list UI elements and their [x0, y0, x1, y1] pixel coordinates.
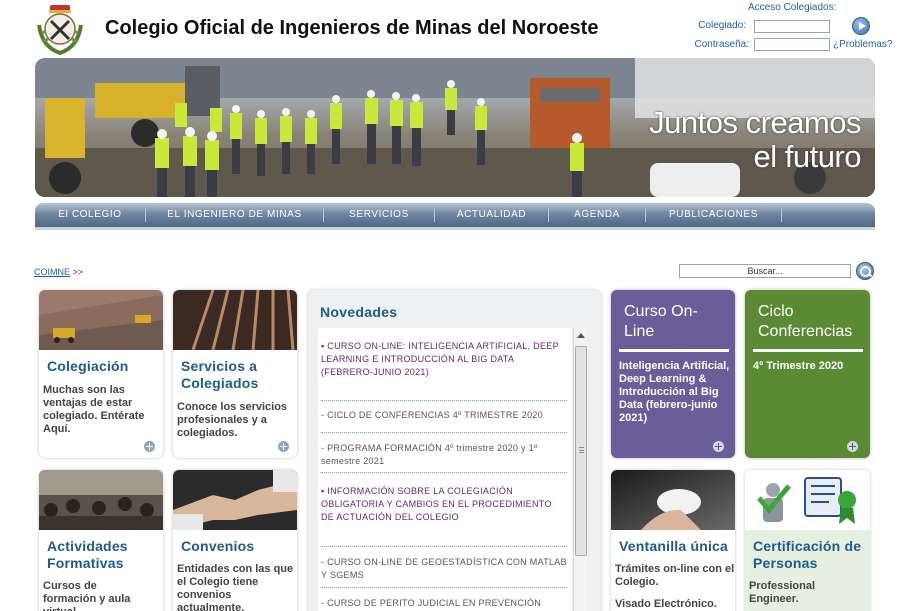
nav-item-actualidad[interactable]: ACTUALIDAD [435, 208, 549, 222]
hero-banner: Juntos creamos el futuro [35, 58, 875, 197]
login-submit-button[interactable] [852, 17, 870, 35]
page: Colegio Oficial de Ingenieros de Minas d… [0, 0, 908, 611]
nav-item-agenda[interactable]: AGENDA [549, 208, 646, 222]
card-ciclo-conferencias[interactable]: Ciclo Conferencias 4º Trimestre 2020 [745, 290, 870, 458]
password-label: Contraseña: [694, 39, 749, 50]
card-actividades-formativas[interactable]: Actividades Formativas Cursos de formaci… [39, 470, 163, 611]
handshake-image [173, 470, 297, 530]
card-title: Convenios [181, 538, 255, 554]
news-item-3[interactable]: - PROGRAMA FORMACIÓN 4º trimestre 2020 y… [321, 442, 567, 468]
news-item-6[interactable]: - CURSO DE PERITO JUDICIAL EN PREVENCIÓN [321, 597, 567, 610]
card-text: Muchas son las ventajas de estar colegia… [43, 384, 145, 435]
card-title: Ventanilla única [619, 538, 729, 554]
nav-item-ingeniero-de-minas[interactable]: EL INGENIERO DE MINAS [146, 208, 324, 222]
news-item-2[interactable]: - CICLO DE CONFERENCIAS 4º TRIMESTRE 202… [321, 409, 567, 422]
slogan-line-1: Juntos creamos [649, 105, 861, 140]
scroll-thumb[interactable] [575, 346, 587, 556]
news-separator [321, 546, 567, 547]
plus-icon[interactable] [278, 441, 289, 452]
card-title: Certificación de Personas [753, 538, 862, 571]
card-text: Cursos de formación y aula virtual [43, 580, 131, 611]
coat-of-arms-logo[interactable] [34, 3, 86, 57]
breadcrumb: COIMNE >> [34, 267, 83, 277]
novedades-scrollbar[interactable] [573, 328, 587, 611]
banner-slogan: Juntos creamos el futuro [649, 106, 861, 174]
main-nav: El COLEGIO EL INGENIERO DE MINAS SERVICI… [35, 203, 875, 227]
mouse-image [611, 470, 735, 530]
nav-item-el-colegio[interactable]: El COLEGIO [35, 208, 146, 222]
card-convenios[interactable]: Convenios Entidades con las que el Coleg… [173, 470, 297, 611]
card-title: Colegiación [47, 358, 129, 374]
plus-icon[interactable] [144, 441, 155, 452]
novedades-panel: Novedades ▪ CURSO ON-LINE: INTELIGENCIA … [308, 290, 601, 611]
news-separator [321, 587, 567, 588]
mining-trucks-image [39, 290, 163, 350]
scroll-grip-icon [579, 447, 584, 453]
plus-icon[interactable] [847, 441, 858, 452]
card-text: Trámites on-line con el Colegio. [615, 563, 735, 588]
nav-underline [35, 227, 875, 230]
news-item-1[interactable]: ▪ CURSO ON-LINE: INTELIGENCIA ARTIFICIAL… [321, 340, 567, 379]
card-ventanilla-unica[interactable]: Ventanilla única Trámites on-line con el… [611, 470, 735, 611]
nav-item-servicios[interactable]: SERVICIOS [324, 208, 435, 222]
card-text: 4º Trimestre 2020 [753, 360, 844, 372]
card-title: Ciclo Conferencias [758, 303, 853, 340]
news-separator [321, 400, 567, 401]
problems-link[interactable]: ¿Problemas? [833, 39, 892, 50]
user-input[interactable] [754, 20, 830, 33]
search-input[interactable]: Buscar... [679, 264, 851, 278]
novedades-list: ▪ CURSO ON-LINE: INTELIGENCIA ARTIFICIAL… [318, 328, 572, 611]
news-separator [321, 432, 567, 433]
scroll-up-icon[interactable] [575, 330, 586, 341]
card-text: Inteligencia Artificial, Deep Learning &… [619, 360, 730, 424]
card-certificacion-personas[interactable]: Certificación de Personas Professional E… [745, 470, 870, 611]
breadcrumb-home-link[interactable]: COIMNE [34, 267, 70, 277]
card-text: Professional Engineer. [749, 580, 816, 605]
news-separator [321, 472, 567, 473]
nav-item-publicaciones[interactable]: PUBLICACIONES [646, 208, 782, 222]
breadcrumb-separator: >> [72, 267, 84, 277]
slogan-line-2: el futuro [753, 139, 861, 174]
card-title: Actividades Formativas [47, 538, 128, 571]
card-text: Entidades con las que el Colegio tiene c… [177, 563, 294, 611]
card-text-secondary: Visado Electrónico. [615, 598, 717, 610]
card-text: Conoce los servicios profesionales y a c… [177, 401, 288, 439]
news-item-4[interactable]: ▪ INFORMACIÓN SOBRE LA COLEGIACIÓN OBLIG… [321, 485, 567, 524]
card-divider [753, 349, 863, 352]
search-icon[interactable] [856, 262, 874, 280]
plus-icon[interactable] [713, 441, 724, 452]
card-divider [619, 349, 729, 352]
password-input[interactable] [754, 38, 830, 51]
card-curso-online[interactable]: Curso On-Line Inteligencia Artificial, D… [611, 290, 735, 458]
card-colegiacion[interactable]: Colegiación Muchas son las ventajas de e… [39, 290, 163, 458]
login-title: Acceso Colegiados: [748, 2, 837, 13]
classroom-image [39, 470, 163, 530]
certificate-icon [745, 470, 870, 530]
news-item-5[interactable]: - CURSO ON-LINE DE GEOESTADÍSTICA CON MA… [321, 556, 567, 582]
novedades-title: Novedades [320, 304, 398, 320]
turbine-image [173, 290, 297, 350]
site-title: Colegio Oficial de Ingenieros de Minas d… [105, 17, 599, 39]
user-label: Colegiado: [698, 20, 746, 31]
card-title: Servicios a Colegiados [181, 358, 259, 391]
card-title: Curso On-Line [624, 303, 698, 340]
card-servicios-colegiados[interactable]: Servicios a Colegiados Conoce los servic… [173, 290, 297, 458]
